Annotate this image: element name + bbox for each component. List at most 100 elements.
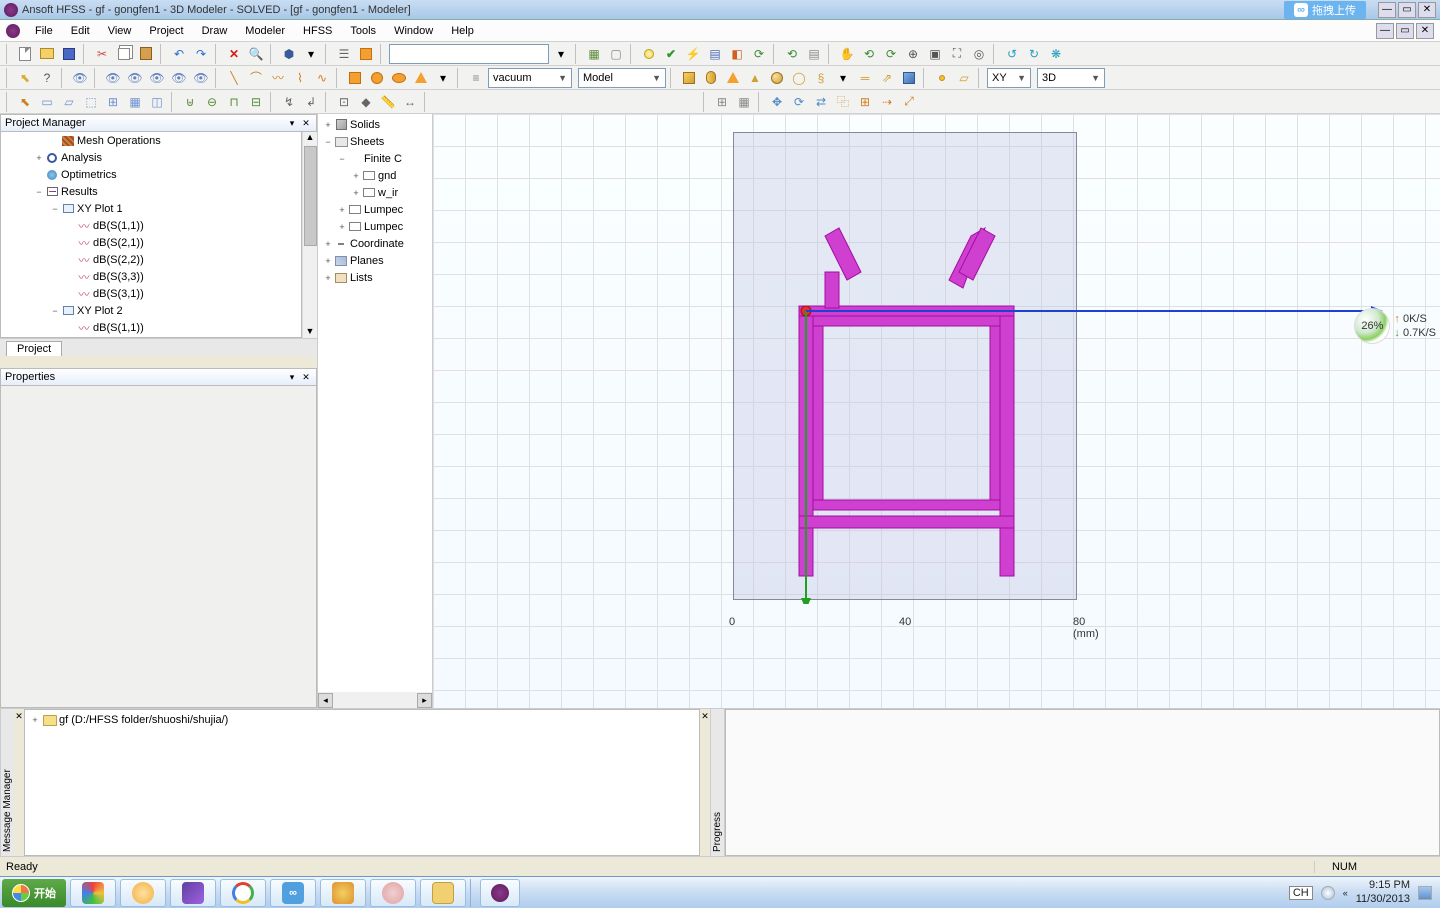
start-button[interactable]: 开始 [2, 879, 66, 907]
project-tree-node[interactable]: Mesh Operations [1, 132, 301, 149]
view-mode-dropdown[interactable]: 3D▼ [1037, 68, 1105, 88]
mdi-close-button[interactable]: ✕ [1416, 23, 1434, 39]
list-button[interactable]: ☰ [334, 44, 354, 64]
model-tree-node[interactable]: −Sheets [318, 133, 432, 150]
props-pin-button[interactable]: ▾ [286, 371, 298, 383]
tray-expand-icon[interactable]: « [1343, 888, 1348, 898]
zoom-fit-button[interactable]: ⛶ [947, 44, 967, 64]
tree-expander[interactable]: − [33, 187, 45, 197]
taskbar-app-7[interactable] [370, 879, 416, 907]
tree-expander[interactable]: − [336, 154, 348, 164]
msg-close-button[interactable]: ✕ [14, 711, 24, 721]
sel-out-button[interactable]: ⬚ [81, 92, 101, 112]
save-button[interactable] [59, 44, 79, 64]
sel-face-button[interactable]: ▱ [59, 92, 79, 112]
tool-results[interactable]: ▤ [705, 44, 725, 64]
pm-close-button[interactable]: ✕ [300, 117, 312, 129]
progress-close-button[interactable]: ✕ [700, 711, 710, 721]
dropdown-button[interactable]: ▾ [301, 44, 321, 64]
along-line-button[interactable]: ⇢ [877, 92, 897, 112]
tree-expander[interactable]: + [33, 153, 45, 163]
taskbar-app-8[interactable] [420, 879, 466, 907]
open-button[interactable] [37, 44, 57, 64]
polyline-button[interactable]: ⌇ [290, 68, 310, 88]
tool-doc[interactable]: ▤ [804, 44, 824, 64]
ref2-button[interactable]: ↻ [1024, 44, 1044, 64]
material-icon-button[interactable]: ≡ [466, 68, 486, 88]
project-tree-scrollbar[interactable]: ▲ ▼ [302, 132, 317, 338]
grid-toggle-button[interactable]: ▦ [734, 92, 754, 112]
project-tree-node[interactable]: +Analysis [1, 149, 301, 166]
cut-button[interactable]: ✂ [92, 44, 112, 64]
model-tree-node[interactable]: −Finite C [318, 150, 432, 167]
taskbar-hfss-window[interactable] [480, 879, 520, 907]
sel-ext-button[interactable]: ◫ [147, 92, 167, 112]
taskbar-app-5[interactable]: ∞ [270, 879, 316, 907]
cs-button[interactable]: ↯ [279, 92, 299, 112]
taskbar-app-3[interactable] [170, 879, 216, 907]
project-tree-node[interactable]: 〰dB(S(1,1)) [1, 217, 301, 234]
design-button[interactable]: ⬢ [279, 44, 299, 64]
delete-button[interactable]: ✕ [224, 44, 244, 64]
plane-axis-dropdown[interactable]: XY▼ [987, 68, 1031, 88]
model-tree-node[interactable]: +w_ir [318, 184, 432, 201]
eye4-button[interactable]: 👁 [169, 68, 189, 88]
model-tree-node[interactable]: +Lists [318, 269, 432, 286]
menu-project[interactable]: Project [140, 23, 192, 39]
taskbar-app-1[interactable] [70, 879, 116, 907]
box-button[interactable] [679, 68, 699, 88]
tree-expander[interactable]: + [336, 222, 348, 232]
menu-view[interactable]: View [99, 23, 141, 39]
tool-field[interactable]: ◧ [727, 44, 747, 64]
tree-expander[interactable]: − [322, 137, 334, 147]
tray-clock[interactable]: 9:15 PM 11/30/2013 [1356, 879, 1410, 905]
snap-grid-button[interactable]: ⊡ [334, 92, 354, 112]
tree-expander[interactable]: + [322, 256, 334, 266]
torus-button[interactable]: ◯ [789, 68, 809, 88]
zoom-sel-button[interactable]: ◎ [969, 44, 989, 64]
measure-button[interactable]: 📏 [378, 92, 398, 112]
props-close-button[interactable]: ✕ [300, 371, 312, 383]
menu-modeler[interactable]: Modeler [236, 23, 294, 39]
tray-icon-1[interactable] [1321, 886, 1335, 900]
tool-rotate2[interactable]: ⟲ [782, 44, 802, 64]
duplicate-button[interactable]: ⿻ [833, 92, 853, 112]
eye1-button[interactable]: 👁 [103, 68, 123, 88]
undo-button[interactable]: ↶ [169, 44, 189, 64]
redo-button[interactable]: ↷ [191, 44, 211, 64]
model-tree-node[interactable]: +Lumpec [318, 201, 432, 218]
mirror-button[interactable]: ⇄ [811, 92, 831, 112]
tree-expander[interactable]: + [322, 120, 334, 130]
tree-expander[interactable]: − [49, 204, 61, 214]
message-body[interactable]: + gf (D:/HFSS folder/shuoshi/shujia/) [24, 709, 700, 856]
bool-unite-button[interactable]: ⊎ [180, 92, 200, 112]
cone-button[interactable]: ▲ [745, 68, 765, 88]
visibility-button[interactable]: 👁 [70, 68, 90, 88]
taskbar-app-6[interactable] [320, 879, 366, 907]
plane-button[interactable]: ▱ [954, 68, 974, 88]
snap-vertex-button[interactable]: ◆ [356, 92, 376, 112]
mdi-restore-button[interactable]: ▭ [1396, 23, 1414, 39]
project-tree-node[interactable]: 〰dB(S(3,1)) [1, 285, 301, 302]
orbit2-button[interactable]: ⟳ [881, 44, 901, 64]
hscroll-right-button[interactable]: ▸ [417, 693, 432, 708]
wireframe-button[interactable]: ▢ [606, 44, 626, 64]
ellipse-button[interactable] [389, 68, 409, 88]
solid-dd-button[interactable]: ▾ [833, 68, 853, 88]
menu-help[interactable]: Help [442, 23, 483, 39]
tool-analyze[interactable]: ⚡ [683, 44, 703, 64]
scale-button[interactable]: ⤢ [899, 92, 919, 112]
project-tree-node[interactable]: 〰dB(S(1,1)) [1, 319, 301, 336]
msg-expander[interactable]: + [29, 715, 41, 725]
tool-lamp[interactable] [639, 44, 659, 64]
model-tree-node[interactable]: +gnd [318, 167, 432, 184]
minimize-button[interactable]: — [1378, 2, 1396, 18]
move-button[interactable]: ✥ [767, 92, 787, 112]
paste-button[interactable] [136, 44, 156, 64]
project-tab[interactable]: Project [6, 341, 62, 356]
view-canvas[interactable]: 0 40 80 (mm) 26% ↑ 0K/S ↓ 0.7K/S [433, 114, 1440, 708]
model-tree-hscroll[interactable]: ◂ ▸ [318, 692, 432, 708]
tree-expander[interactable]: + [350, 188, 362, 198]
taskbar-app-2[interactable] [120, 879, 166, 907]
project-tree-node[interactable]: 〰dB(S(2,1)) [1, 234, 301, 251]
